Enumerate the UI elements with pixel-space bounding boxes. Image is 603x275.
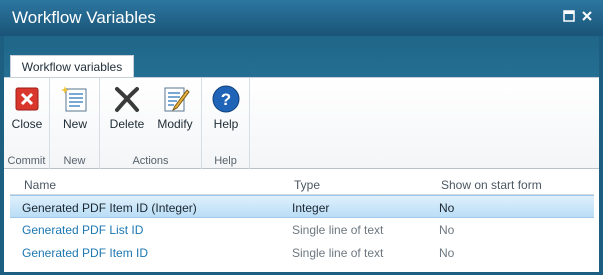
group-label-commit: Commit (7, 155, 46, 167)
close-window-icon[interactable] (580, 9, 594, 23)
delete-x-icon (112, 84, 142, 114)
column-header-show-on-start-form[interactable]: Show on start form (441, 178, 542, 192)
delete-button-label: Delete (109, 117, 145, 131)
tab-workflow-variables[interactable]: Workflow variables (10, 55, 134, 78)
new-button-label: New (62, 117, 87, 131)
group-label-actions: Actions (132, 155, 169, 167)
ribbon-group-new: New New (50, 78, 100, 169)
ribbon: Close Commit New New Delete Modify Actio… (4, 77, 599, 169)
table-row[interactable]: Generated PDF Item ID (Integer) Integer … (10, 195, 594, 218)
variable-name[interactable]: Generated PDF Item ID (22, 246, 148, 260)
modify-pencil-icon (160, 84, 190, 114)
title-bar: Workflow Variables (0, 0, 603, 36)
close-button-label: Close (11, 117, 43, 131)
variable-show-on-start: No (439, 246, 455, 260)
close-button[interactable]: Close (5, 84, 49, 142)
table-row[interactable]: Generated PDF Item ID Single line of tex… (10, 241, 594, 264)
modify-button[interactable]: Modify (153, 84, 197, 142)
dialog-body: Workflow variables Close Commit New New … (4, 36, 599, 272)
variable-show-on-start: No (439, 223, 455, 237)
group-label-help: Help (214, 155, 237, 167)
ribbon-group-help: ? Help Help (202, 78, 250, 169)
variable-name[interactable]: Generated PDF Item ID (Integer) (22, 201, 197, 215)
ribbon-tab-strip: Workflow variables (4, 36, 599, 78)
workflow-variables-dialog: Workflow Variables Workflow variables Cl… (0, 0, 603, 275)
variable-type: Integer (292, 201, 330, 215)
maximize-icon[interactable] (562, 9, 576, 23)
new-document-icon (60, 84, 90, 114)
variable-show-on-start: No (439, 201, 455, 215)
new-button[interactable]: New (53, 84, 97, 142)
modify-button-label: Modify (157, 117, 193, 131)
variable-type: Single line of text (292, 246, 384, 260)
group-label-new: New (63, 155, 86, 167)
close-red-x-icon (12, 84, 42, 114)
variables-table: Name Type Show on start form Generated P… (10, 174, 594, 264)
ribbon-group-commit: Close Commit (4, 78, 50, 169)
help-button-label: Help (213, 117, 239, 131)
help-button[interactable]: ? Help (204, 84, 248, 142)
column-header-name[interactable]: Name (24, 178, 56, 192)
table-header: Name Type Show on start form (10, 174, 594, 195)
table-row[interactable]: Generated PDF List ID Single line of tex… (10, 218, 594, 241)
variable-type: Single line of text (292, 223, 384, 237)
column-header-type[interactable]: Type (294, 178, 320, 192)
svg-text:?: ? (221, 90, 231, 109)
help-question-icon: ? (211, 84, 241, 114)
ribbon-group-actions: Delete Modify Actions (100, 78, 202, 169)
variable-name[interactable]: Generated PDF List ID (22, 223, 143, 237)
delete-button[interactable]: Delete (105, 84, 149, 142)
dialog-title: Workflow Variables (12, 8, 156, 27)
